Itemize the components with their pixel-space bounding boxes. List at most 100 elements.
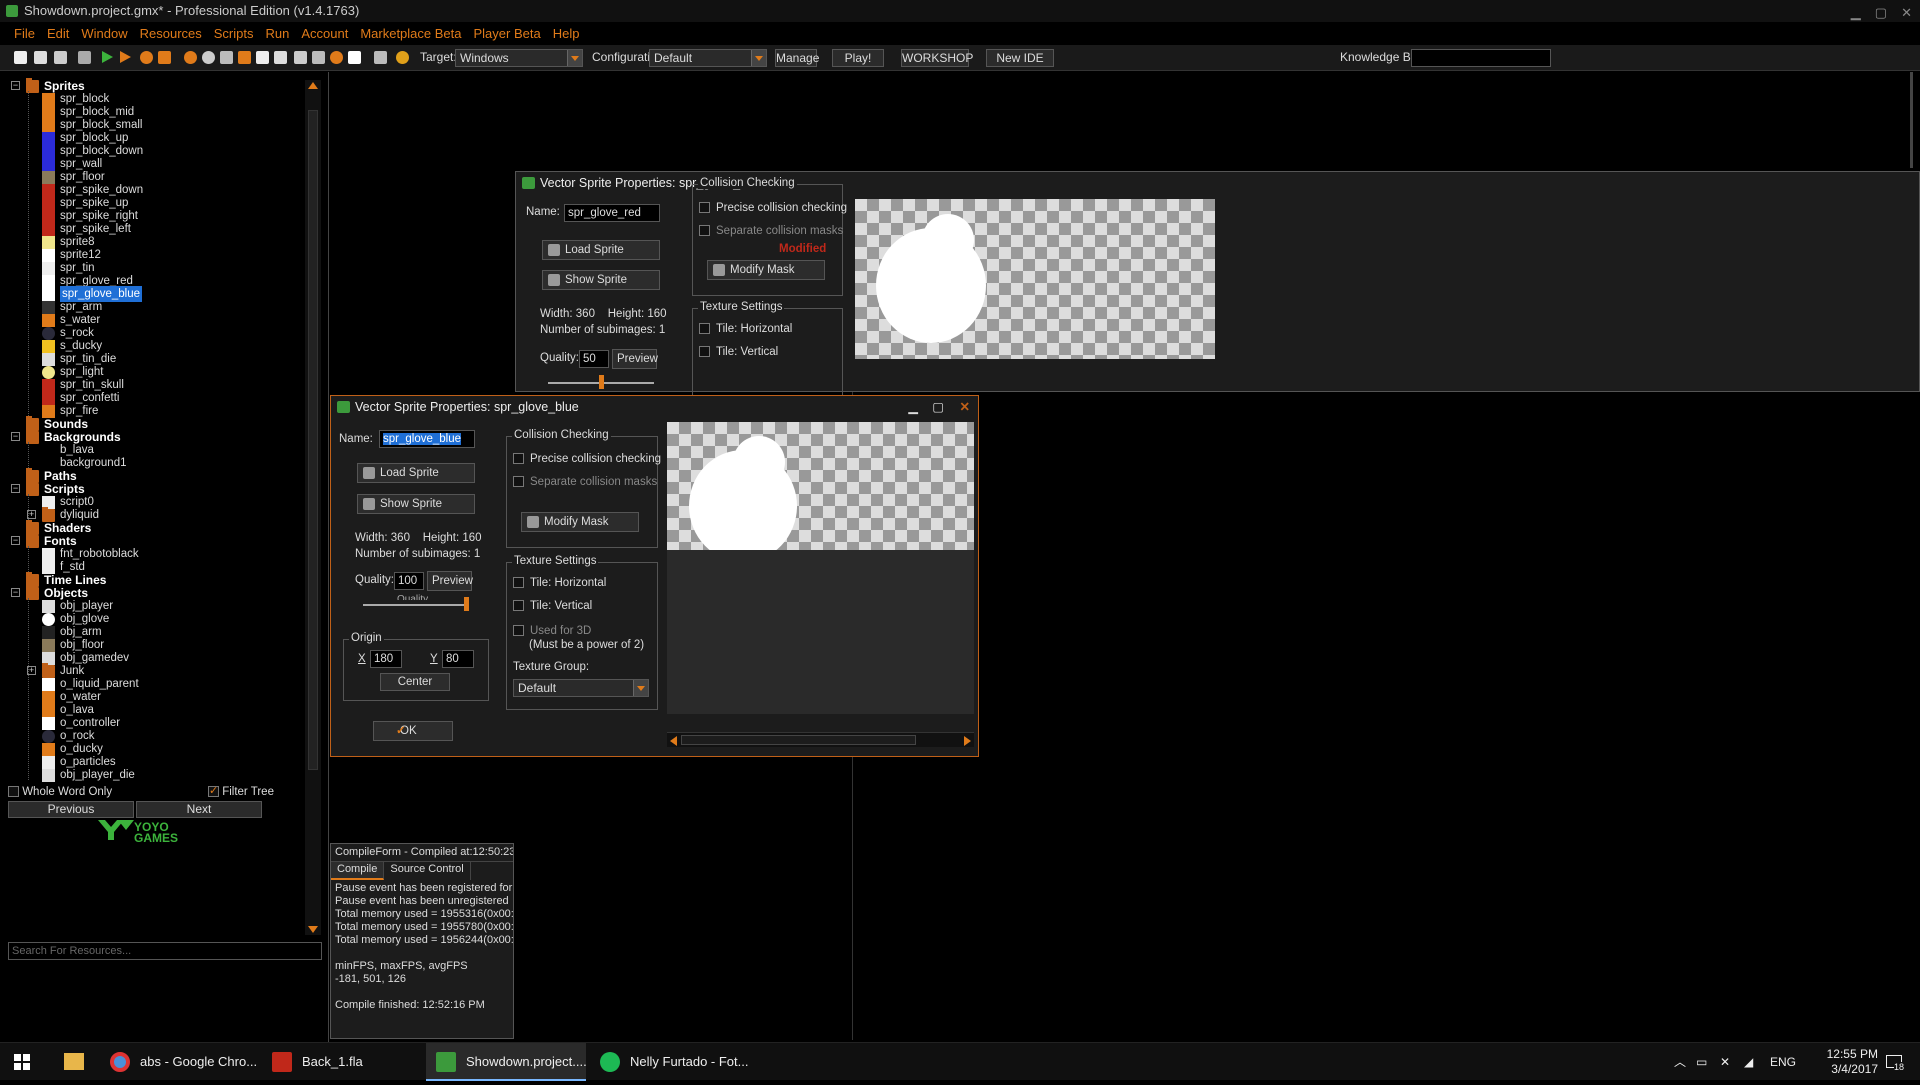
close-icon[interactable]: ✕	[1901, 2, 1912, 24]
texture-group-select[interactable]: Default	[513, 679, 649, 697]
origin-x-input[interactable]: 180	[370, 650, 402, 668]
menu-item-resources[interactable]: Resources	[140, 23, 202, 45]
tile-vertical-checkbox[interactable]	[699, 346, 710, 358]
load-sprite-button[interactable]: Load Sprite	[542, 240, 660, 260]
tile-vertical-option[interactable]: Tile: Vertical	[699, 346, 778, 358]
separate-masks-option[interactable]: Separate collision masks	[699, 225, 843, 237]
add-object-icon[interactable]	[330, 51, 343, 64]
show-sprite-button[interactable]: Show Sprite	[357, 494, 475, 514]
run-icon[interactable]	[102, 51, 113, 63]
menu-item-account[interactable]: Account	[301, 23, 348, 45]
new-file-icon[interactable]	[14, 51, 27, 64]
preview-hscrollbar[interactable]	[667, 732, 974, 747]
tray-chevron-up-icon[interactable]: ︿	[1674, 1043, 1686, 1081]
add-room-icon[interactable]	[348, 51, 361, 64]
tile-horizontal-checkbox[interactable]	[513, 577, 524, 589]
collapse-icon[interactable]: −	[11, 432, 20, 441]
menu-item-window[interactable]: Window	[81, 23, 127, 45]
tile-horizontal-option[interactable]: Tile: Horizontal	[513, 577, 606, 589]
export-icon[interactable]	[78, 51, 91, 64]
tile-vertical-option[interactable]: Tile: Vertical	[513, 600, 592, 612]
collapse-icon[interactable]: −	[11, 588, 20, 597]
maximize-icon[interactable]: ▢	[932, 396, 944, 418]
minimize-icon[interactable]: ▁	[908, 396, 918, 418]
add-background-icon[interactable]	[220, 51, 233, 64]
separate-masks-checkbox[interactable]	[699, 225, 710, 237]
collapse-icon[interactable]: −	[11, 81, 20, 90]
sprite-name-input[interactable]: spr_glove_red	[564, 204, 660, 222]
quality-slider-thumb[interactable]	[598, 375, 604, 389]
menu-item-marketplace-beta[interactable]: Marketplace Beta	[360, 23, 461, 45]
tile-vertical-checkbox[interactable]	[513, 600, 524, 612]
taskbar-item-chrome[interactable]: abs - Google Chro...	[100, 1043, 258, 1081]
menu-item-file[interactable]: File	[14, 23, 35, 45]
tile-horizontal-option[interactable]: Tile: Horizontal	[699, 323, 792, 335]
scroll-down-icon[interactable]	[308, 926, 318, 933]
center-button[interactable]: Center	[380, 673, 450, 691]
precise-collision-option[interactable]: Precise collision checking	[699, 202, 847, 214]
notifications-icon[interactable]: 18	[1882, 1043, 1908, 1081]
add-sound-icon[interactable]	[202, 51, 215, 64]
modify-mask-button[interactable]: Modify Mask	[521, 512, 639, 532]
whole-word-option[interactable]: Whole Word Only	[8, 786, 112, 798]
target-select[interactable]: Windows	[455, 49, 583, 67]
minimize-icon[interactable]: ▁	[1851, 2, 1861, 24]
open-icon[interactable]	[34, 51, 47, 64]
used-for-3d-checkbox[interactable]	[513, 625, 524, 637]
battery-icon[interactable]: ▭	[1696, 1043, 1707, 1081]
load-sprite-button[interactable]: Load Sprite	[357, 463, 475, 483]
menu-item-scripts[interactable]: Scripts	[214, 23, 254, 45]
taskbar-item-flash[interactable]: Back_1.fla	[262, 1043, 422, 1081]
wifi-icon[interactable]: ◢	[1744, 1043, 1753, 1081]
precise-collision-checkbox[interactable]	[699, 202, 710, 214]
add-font-icon[interactable]	[294, 51, 307, 64]
quality-input[interactable]: 50	[579, 350, 609, 368]
language-indicator[interactable]: ENG	[1770, 1043, 1796, 1081]
next-button[interactable]: Next	[136, 801, 262, 818]
build-icon[interactable]	[158, 51, 171, 64]
used-for-3d-option[interactable]: Used for 3D	[513, 625, 591, 637]
tab-compile[interactable]: Compile	[331, 862, 385, 880]
menu-item-run[interactable]: Run	[265, 23, 289, 45]
show-sprite-button[interactable]: Show Sprite	[542, 270, 660, 290]
add-shader-icon[interactable]	[274, 51, 287, 64]
ok-button[interactable]: ✓ OK	[373, 721, 453, 741]
configuration-select[interactable]: Default	[649, 49, 767, 67]
workshop-button[interactable]: WORKSHOP	[901, 49, 973, 67]
chevron-down-icon[interactable]	[633, 680, 648, 696]
precise-collision-checkbox[interactable]	[513, 453, 524, 465]
preview-button[interactable]: Preview	[612, 349, 658, 369]
previous-button[interactable]: Previous	[8, 801, 134, 818]
taskbar-item-gamemaker[interactable]: Showdown.project....	[426, 1043, 587, 1081]
separate-masks-checkbox[interactable]	[513, 476, 524, 488]
tree-scrollbar[interactable]	[305, 80, 321, 935]
quality-slider[interactable]	[363, 604, 469, 606]
debug-icon[interactable]	[120, 51, 131, 63]
collapse-icon[interactable]: −	[11, 536, 20, 545]
stop-icon[interactable]	[140, 51, 153, 64]
new-ide-button[interactable]: New IDE	[986, 49, 1054, 67]
scroll-left-icon[interactable]	[670, 736, 677, 746]
filter-tree-option[interactable]: Filter Tree	[208, 784, 274, 798]
save-icon[interactable]	[54, 51, 67, 64]
modify-mask-button[interactable]: Modify Mask	[707, 260, 825, 280]
quality-input[interactable]: 100	[394, 572, 424, 590]
clock[interactable]: 12:55 PM 3/4/2017	[1820, 1047, 1878, 1085]
scroll-right-icon[interactable]	[964, 736, 971, 746]
maximize-icon[interactable]: ▢	[1875, 2, 1887, 24]
sprite-name-input[interactable]: spr_glove_blue	[379, 430, 475, 448]
knowledge-base-input[interactable]	[1411, 49, 1551, 67]
add-timeline-icon[interactable]	[312, 51, 325, 64]
menu-item-help[interactable]: Help	[553, 23, 580, 45]
quality-slider-thumb[interactable]	[464, 597, 469, 611]
separate-masks-option[interactable]: Separate collision masks	[513, 476, 657, 488]
tab-source-control[interactable]: Source Control	[384, 862, 471, 880]
play-button[interactable]: Play!	[832, 49, 884, 67]
chevron-down-icon[interactable]	[751, 50, 766, 66]
scroll-up-icon[interactable]	[308, 82, 318, 89]
menu-item-player-beta[interactable]: Player Beta	[474, 23, 541, 45]
filter-tree-checkbox[interactable]	[208, 784, 219, 798]
game-info-icon[interactable]	[374, 51, 387, 64]
hscroll-thumb[interactable]	[681, 735, 916, 745]
resource-search-input[interactable]: Search For Resources...	[8, 942, 322, 960]
